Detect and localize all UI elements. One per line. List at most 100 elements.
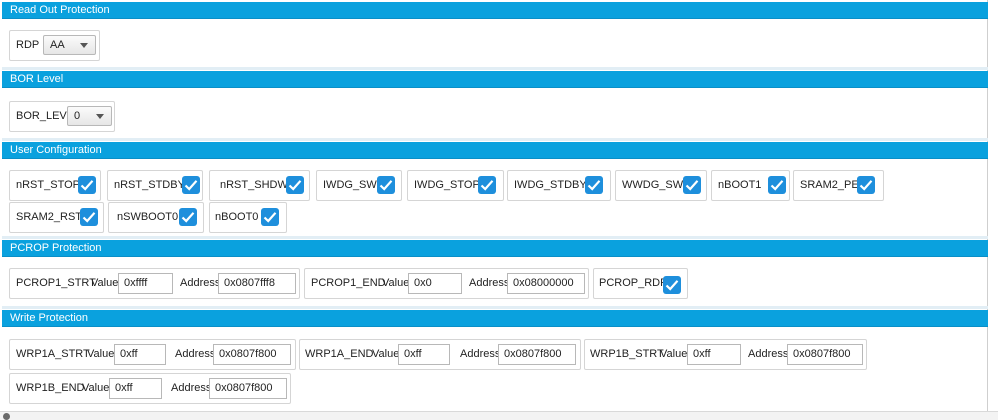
value-label: Value [82,382,110,394]
checkmark-icon [82,212,96,223]
option-nboot1: nBOOT1 [711,170,790,201]
option-sram2-pe: SRAM2_PE [793,170,884,201]
option-label: IWDG_STOP [414,179,480,191]
option-label: nBOOT0 [215,211,259,223]
wrp1b-strt-address-input[interactable]: 0x0807f800 [787,344,863,365]
checkmark-icon [184,180,198,191]
pcrop1-end-value-input[interactable]: 0x0 [408,273,462,294]
section-header-read-out-protection: Read Out Protection [2,2,988,19]
nrst-stdby-checkbox[interactable] [182,176,200,194]
wrp1a-strt-value-input[interactable]: 0xff [114,344,166,365]
pcrop-rdp-group: PCROP_RDP [593,268,688,299]
wrp1a-strt-address-input[interactable]: 0x0807f800 [213,344,291,365]
checkmark-icon [665,280,679,291]
nboot1-checkbox[interactable] [768,176,786,194]
wrp1b-strt-group: WRP1B_STRT Value 0xff Address 0x0807f800 [584,339,867,370]
section-header-bor-level: BOR Level [2,71,988,88]
pcrop1-end-label: PCROP1_END [311,277,386,289]
rdp-selected-value: AA [50,39,65,51]
wrp1b-end-group: WRP1B_END Value 0xff Address 0x0807f800 [9,373,291,404]
section-divider [2,306,988,309]
rdp-select[interactable]: AA [43,35,96,55]
checkmark-icon [80,180,94,191]
wwdg-sw-checkbox[interactable] [683,176,701,194]
iwdg-sw-checkbox[interactable] [377,176,395,194]
pcrop1-strt-label: PCROP1_STRT [16,277,96,289]
pcrop1-end-address-input[interactable]: 0x08000000 [507,273,585,294]
sram2-rst-checkbox[interactable] [80,208,98,226]
checkmark-icon [480,180,494,191]
nboot0-checkbox[interactable] [261,208,279,226]
nrst-shdw-checkbox[interactable] [286,176,304,194]
address-label: Address [171,382,212,394]
iwdg-stop-checkbox[interactable] [478,176,496,194]
chevron-down-icon [96,114,104,119]
checkmark-icon [181,212,195,223]
option-label: SRAM2_RST [16,211,83,223]
option-sram2-rst: SRAM2_RST [9,202,104,233]
address-label: Address [180,277,221,289]
bor-label: BOR_LEV [16,110,67,122]
wrp1a-end-value-input[interactable]: 0xff [398,344,450,365]
chevron-down-icon [80,43,88,48]
checkmark-icon [770,180,784,191]
value-label: Value [660,348,688,360]
checkmark-icon [263,212,277,223]
option-iwdg-stdby: IWDG_STDBY [507,170,611,201]
bor-group: BOR_LEV 0 [9,101,115,132]
wrp1a-strt-label: WRP1A_STRT [16,348,90,360]
pcrop1-strt-address-input[interactable]: 0x0807fff8 [218,273,296,294]
option-nboot0: nBOOT0 [209,202,287,233]
wrp1a-end-label: WRP1A_END [305,348,374,360]
option-iwdg-sw: IWDG_SW [316,170,402,201]
option-label: nBOOT1 [718,179,762,191]
pcrop-rdp-checkbox[interactable] [663,276,681,294]
iwdg-stdby-checkbox[interactable] [585,176,603,194]
pcrop1-end-group: PCROP1_END Value 0x0 Address 0x08000000 [304,268,589,299]
rdp-group: RDP AA [9,30,100,61]
address-label: Address [748,348,789,360]
checkmark-icon [379,180,393,191]
section-header-pcrop-protection: PCROP Protection [2,240,988,257]
option-label: nRST_SHDW [220,179,288,191]
nswboot0-checkbox[interactable] [179,208,197,226]
sram2-pe-checkbox[interactable] [857,176,875,194]
address-label: Address [175,348,216,360]
wrp1a-strt-group: WRP1A_STRT Value 0xff Address 0x0807f800 [9,339,296,370]
wrp1a-end-address-input[interactable]: 0x0807f800 [498,344,576,365]
option-label: nRST_STOP [16,179,80,191]
wrp1b-strt-value-input[interactable]: 0xff [687,344,741,365]
section-header-user-configuration: User Configuration [2,142,988,159]
section-divider [2,138,988,141]
option-label: SRAM2_PE [800,179,859,191]
pcrop1-strt-value-input[interactable]: 0xffff [118,273,173,294]
checkmark-icon [685,180,699,191]
bor-select[interactable]: 0 [67,106,112,126]
checkmark-icon [587,180,601,191]
bor-selected-value: 0 [74,110,81,122]
option-nrst-stdby: nRST_STDBY [107,170,203,201]
wrp1a-end-group: WRP1A_END Value 0xff Address 0x0807f800 [299,339,581,370]
pcrop-rdp-label: PCROP_RDP [599,277,668,289]
option-nrst-stop: nRST_STOP [9,170,101,201]
option-label: WWDG_SW [622,179,684,191]
option-wwdg-sw: WWDG_SW [615,170,707,201]
value-label: Value [372,348,400,360]
wrp1b-strt-label: WRP1B_STRT [590,348,664,360]
section-header-write-protection: Write Protection [2,310,988,327]
checkmark-icon [859,180,873,191]
wrp1b-end-label: WRP1B_END [16,382,85,394]
rdp-label: RDP [16,39,40,51]
pcrop1-strt-group: PCROP1_STRT Value 0xffff Address 0x0807f… [9,268,300,299]
option-label: IWDG_STDBY [514,179,587,191]
option-label: nSWBOOT0 [117,211,179,223]
option-label: IWDG_SW [323,179,377,191]
right-gutter [988,0,998,419]
section-divider [2,67,988,70]
wrp1b-end-value-input[interactable]: 0xff [109,378,162,399]
option-nswboot0: nSWBOOT0 [108,202,204,233]
value-label: Value [87,348,115,360]
nrst-stop-checkbox[interactable] [78,176,96,194]
address-label: Address [469,277,510,289]
wrp1b-end-address-input[interactable]: 0x0807f800 [209,378,287,399]
